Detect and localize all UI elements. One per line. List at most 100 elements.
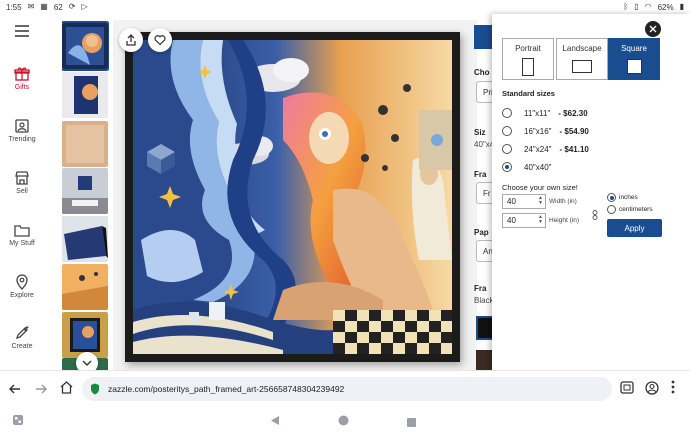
play-icon: ▷ [81, 2, 88, 11]
unit-radio[interactable] [607, 205, 616, 214]
rail-label-gifts: Gifts [14, 84, 30, 91]
arrow-left-icon [9, 384, 20, 394]
mail-icon: ✉ [27, 2, 35, 11]
width-label: Width (in) [549, 198, 577, 205]
rail-item-trending[interactable]: Trending [0, 118, 44, 143]
hamburger-menu-button[interactable] [0, 24, 44, 40]
thumbnail-1[interactable] [62, 21, 109, 71]
framed-art [125, 32, 460, 362]
option-label-paper: Pap [474, 228, 489, 237]
height-stepper-icon[interactable]: ▲ ▼ [538, 215, 543, 225]
width-stepper-icon[interactable]: ▲ ▼ [538, 196, 543, 206]
system-back-button[interactable] [270, 413, 280, 431]
orientation-label: Portrait [515, 44, 541, 53]
folder-icon [14, 225, 30, 237]
home-button[interactable] [60, 381, 73, 399]
rail-label-create: Create [11, 343, 33, 350]
back-button[interactable] [9, 382, 21, 400]
product-image-stage [113, 20, 477, 370]
rail-label-sell: Sell [16, 188, 28, 195]
orientation-label: Square [621, 44, 647, 53]
unit-option-centimeters[interactable]: centimeters [607, 205, 653, 214]
orientation-label: Landscape [562, 44, 602, 53]
trending-icon [15, 119, 29, 133]
orientation-landscape[interactable]: Landscape [556, 38, 608, 80]
height-value: 40 [507, 216, 516, 225]
share-button[interactable] [119, 28, 143, 52]
size-radio[interactable] [502, 144, 512, 154]
thumbnail-6[interactable] [62, 264, 108, 310]
size-option-24x24[interactable]: 24"x24" - $41.10 [502, 144, 589, 154]
chevron-down-icon [82, 360, 92, 366]
size-option-11x11[interactable]: 11"x11" - $62.30 [502, 108, 588, 118]
height-label: Height (in) [549, 217, 579, 224]
triangle-back-icon [271, 416, 279, 425]
sync-icon: ⟳ [68, 2, 76, 11]
more-vert-icon [671, 380, 675, 394]
size-label: 24"x24" [524, 144, 552, 154]
arrow-right-icon [36, 384, 47, 394]
taskbar-app-icon[interactable] [12, 413, 24, 431]
calendar-icon: ▦ [40, 2, 48, 11]
orientation-square[interactable]: Square [608, 38, 660, 80]
secure-shield-icon [90, 383, 100, 397]
size-label: 11"x11" [524, 108, 551, 118]
square-recents-icon [407, 418, 416, 427]
thumbnail-3[interactable] [62, 121, 108, 167]
browser-toolbar: zazzle.com/posteritys_path_framed_art-25… [0, 370, 690, 406]
custom-size-title: Choose your own size! [502, 183, 578, 192]
system-home-button[interactable] [338, 413, 349, 431]
thumbnail-5[interactable] [62, 216, 108, 262]
orientation-portrait[interactable]: Portrait [502, 38, 554, 80]
favorite-button[interactable] [148, 28, 172, 52]
artwork-image [133, 40, 452, 354]
gift-icon [14, 67, 30, 81]
thumbnail-2[interactable] [62, 72, 108, 118]
forward-button[interactable] [35, 382, 47, 400]
address-bar[interactable]: zazzle.com/posteritys_path_framed_art-25… [82, 377, 612, 401]
location-icon [16, 274, 28, 290]
status-time: 1:55 [6, 2, 22, 12]
rail-item-create[interactable]: Create [0, 325, 44, 350]
option-value-frame-color: Black [474, 296, 494, 305]
unit-radio-selected[interactable] [607, 193, 616, 202]
size-radio[interactable] [502, 126, 512, 136]
overflow-menu-button[interactable] [671, 380, 675, 399]
option-label-size: Siz [474, 128, 486, 137]
size-option-40x40[interactable]: 40"x40" [502, 162, 551, 172]
height-input[interactable]: 40 ▲ ▼ [502, 213, 546, 228]
share-icon [126, 34, 136, 46]
apply-button[interactable]: Apply [607, 219, 662, 237]
size-option-16x16[interactable]: 16"x16" - $54.90 [502, 126, 589, 136]
unit-option-inches[interactable]: inches [607, 193, 638, 202]
width-input[interactable]: 40 ▲ ▼ [502, 194, 546, 209]
thumbnail-4[interactable] [62, 168, 108, 214]
system-nav-bar [0, 406, 690, 431]
left-nav-rail: Gifts Trending Sell My Stuff Explore Cre… [0, 14, 44, 370]
tabs-button[interactable] [620, 381, 634, 399]
size-radio[interactable] [502, 108, 512, 118]
wifi-icon: ◠ [644, 2, 652, 11]
home-icon [60, 381, 73, 394]
rail-item-gifts[interactable]: Gifts [0, 66, 44, 91]
heart-icon [154, 35, 166, 46]
account-button[interactable] [645, 381, 659, 400]
pencil-icon [15, 326, 29, 340]
rail-item-sell[interactable]: Sell [0, 170, 44, 195]
size-price: - $54.90 [559, 126, 589, 136]
status-bar: 1:55 ✉ ▦ 62 ⟳ ▷ ᛒ ▯ ◠ 62% ▮ [0, 0, 690, 14]
close-panel-button[interactable] [645, 21, 661, 37]
thumbnail-strip [62, 20, 109, 370]
link-aspect-icon[interactable] [592, 207, 598, 225]
landscape-shape-icon [572, 60, 592, 73]
bluetooth-icon: ᛒ [623, 2, 629, 11]
size-radio-selected[interactable] [502, 162, 512, 172]
unit-label: centimeters [619, 206, 653, 213]
battery-icon: ▮ [679, 2, 684, 11]
rail-item-explore[interactable]: Explore [0, 274, 44, 299]
account-icon [645, 381, 659, 395]
system-recents-button[interactable] [407, 414, 416, 432]
rail-item-my-stuff[interactable]: My Stuff [0, 222, 44, 247]
portrait-shape-icon [522, 58, 534, 76]
option-label-frame-color: Fra [474, 284, 487, 293]
